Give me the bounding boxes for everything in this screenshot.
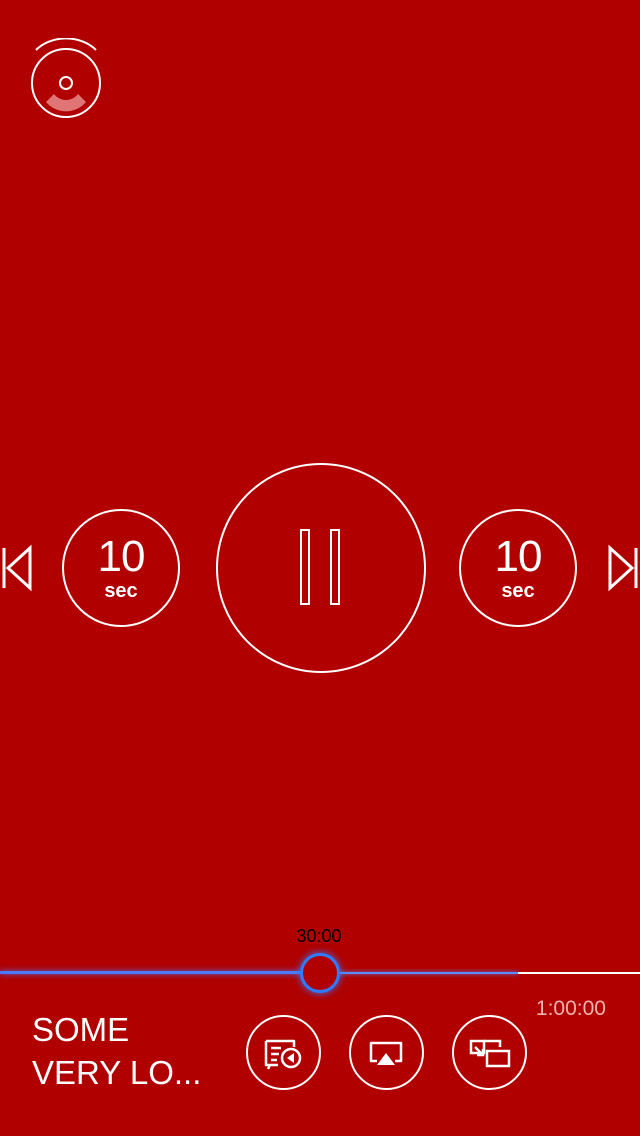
current-time: 30:00: [296, 926, 342, 946]
pause-icon-bar: [330, 529, 340, 605]
airplay-icon: [369, 1041, 403, 1065]
skip-back-10-button[interactable]: 10 sec: [62, 509, 180, 627]
skip-forward-10-button[interactable]: 10 sec: [459, 509, 577, 627]
disc-cast-button[interactable]: [28, 37, 104, 122]
pause-icon: [300, 529, 310, 605]
skip-back-unit: sec: [104, 580, 138, 602]
scrubber-buffered: [320, 972, 518, 974]
playlist-icon: [264, 1039, 302, 1070]
skip-previous-icon: [2, 544, 32, 592]
airplay-button[interactable]: [349, 1015, 424, 1090]
skip-forward-amount: 10: [494, 532, 543, 581]
disc-cast-icon: [31, 37, 101, 118]
picture-in-picture-icon: [469, 1039, 511, 1068]
skip-forward-unit: sec: [501, 580, 535, 602]
scrubber-thumb[interactable]: [300, 953, 340, 993]
scrubber-progress: [0, 971, 320, 974]
playlist-button[interactable]: [246, 1015, 321, 1090]
pause-button[interactable]: [216, 463, 426, 673]
previous-button[interactable]: [0, 544, 34, 592]
next-button[interactable]: [606, 544, 640, 592]
skip-back-amount: 10: [97, 532, 146, 581]
track-title-line-2: VERY LO...: [32, 1054, 202, 1091]
track-title: SOME VERY LO...: [32, 1008, 232, 1094]
skip-next-icon: [608, 544, 638, 592]
track-title-line-1: SOME: [32, 1011, 130, 1048]
picture-in-picture-button[interactable]: [452, 1015, 527, 1090]
